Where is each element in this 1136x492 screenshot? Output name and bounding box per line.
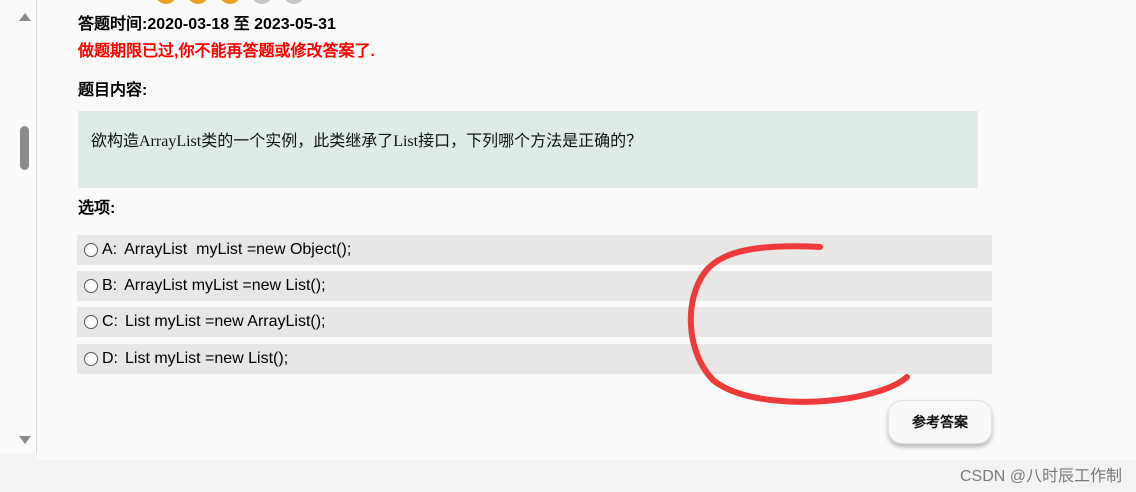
star-icon bbox=[155, 0, 177, 4]
scroll-down-icon[interactable] bbox=[19, 436, 31, 444]
scroll-thumb[interactable] bbox=[20, 126, 29, 170]
radio-button[interactable] bbox=[84, 352, 98, 366]
option-text: ArrayList myList =new Object(); bbox=[124, 241, 352, 258]
scroll-up-icon[interactable] bbox=[19, 13, 31, 21]
question-heading: 题目内容: bbox=[78, 82, 148, 99]
radio-button[interactable] bbox=[84, 243, 98, 257]
option-text: List myList =new ArrayList(); bbox=[125, 313, 326, 330]
option-letter: A: bbox=[102, 241, 118, 258]
option-letter: B: bbox=[102, 277, 118, 294]
star-icon bbox=[251, 0, 273, 4]
question-text: 欲构造ArrayList类的一个实例，此类继承了List接口，下列哪个方法是正确… bbox=[91, 133, 643, 150]
deadline-warning: 做题期限已过,你不能再答题或修改答案了. bbox=[78, 43, 375, 60]
answer-time: 答题时间:2020-03-18 至 2023-05-31 bbox=[78, 16, 336, 33]
vertical-scrollbar[interactable] bbox=[0, 0, 37, 453]
star-icon bbox=[219, 0, 241, 4]
watermark: CSDN @八时辰工作制 bbox=[959, 468, 1122, 485]
rating-stars bbox=[155, 0, 305, 4]
star-icon bbox=[187, 0, 209, 4]
radio-button[interactable] bbox=[84, 279, 98, 293]
option-c[interactable]: C: List myList =new ArrayList(); bbox=[77, 307, 992, 337]
radio-button[interactable] bbox=[84, 315, 98, 329]
option-text: ArrayList myList =new List(); bbox=[124, 277, 326, 294]
star-icon bbox=[283, 0, 305, 4]
option-b[interactable]: B: ArrayList myList =new List(); bbox=[77, 271, 992, 301]
option-d[interactable]: D: List myList =new List(); bbox=[77, 344, 992, 374]
option-text: List myList =new List(); bbox=[125, 350, 289, 367]
option-a[interactable]: A: ArrayList myList =new Object(); bbox=[77, 235, 992, 265]
option-letter: D: bbox=[102, 350, 118, 367]
content-panel bbox=[37, 0, 1136, 460]
option-letter: C: bbox=[102, 313, 118, 330]
question-box: 欲构造ArrayList类的一个实例，此类继承了List接口，下列哪个方法是正确… bbox=[78, 111, 978, 188]
reference-answer-button[interactable]: 参考答案 bbox=[888, 400, 992, 444]
options-heading: 选项: bbox=[78, 200, 116, 217]
